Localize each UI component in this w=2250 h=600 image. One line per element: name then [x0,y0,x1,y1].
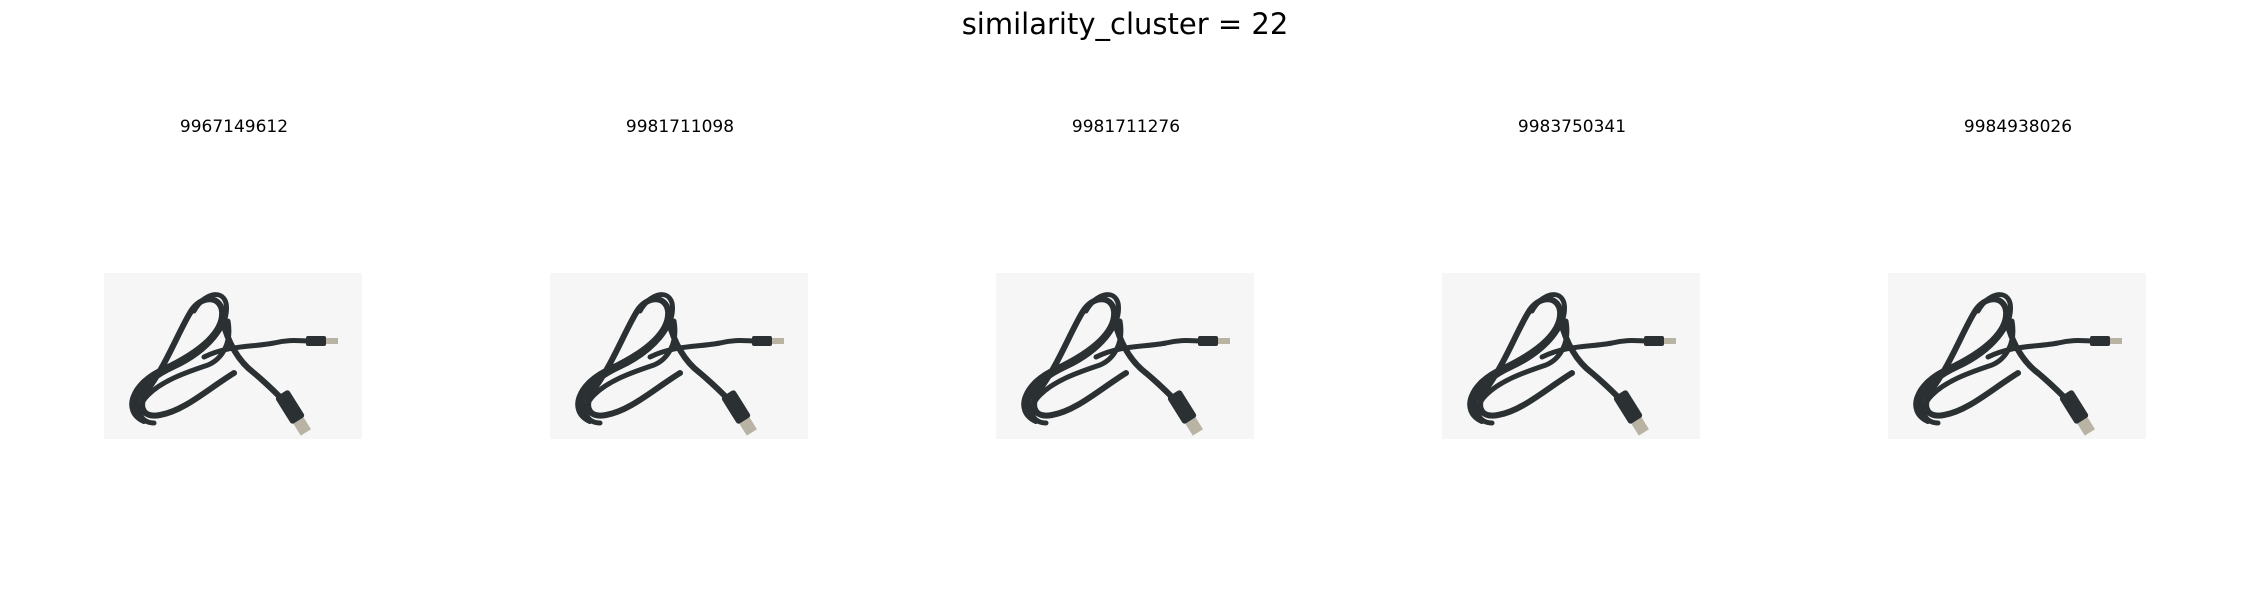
image-id-label: 9983750341 [1517,117,1627,137]
usb-cable-image [1442,273,1700,439]
image-panel-1: 9967149612 [104,0,364,600]
image-panel-5: 9984938026 [1888,0,2148,600]
image-panel-2: 9981711098 [550,0,810,600]
image-id-label: 9984938026 [1963,117,2073,137]
image-panel-4: 9983750341 [1442,0,1702,600]
usb-cable-image [104,273,362,439]
usb-cable-image [550,273,808,439]
image-panel-3: 9981711276 [996,0,1256,600]
usb-cable-image [1888,273,2146,439]
usb-cable-image [996,273,1254,439]
image-id-label: 9981711276 [1071,117,1181,137]
image-id-label: 9967149612 [179,117,289,137]
image-id-label: 9981711098 [625,117,735,137]
